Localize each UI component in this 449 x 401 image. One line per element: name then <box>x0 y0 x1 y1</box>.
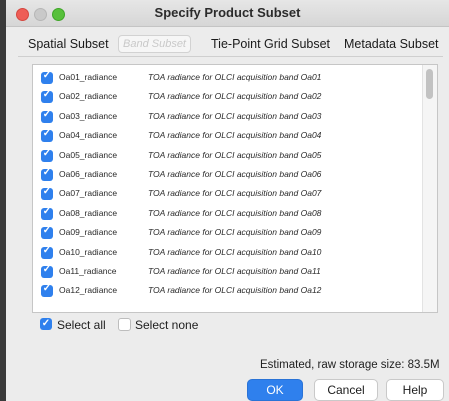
band-name: Oa12_radiance <box>59 285 118 296</box>
help-button[interactable]: Help <box>386 379 444 401</box>
band-description: TOA radiance for OLCI acquisition band O… <box>148 110 322 121</box>
cancel-button[interactable]: Cancel <box>314 379 378 401</box>
band-row[interactable]: ✓ Oa05_radiance TOA radiance for OLCI acqu… <box>33 147 423 166</box>
band-checkbox[interactable]: ✓ <box>41 186 53 201</box>
tab-band-subset[interactable]: Band Subset <box>118 35 191 53</box>
checkmark-icon: ✓ <box>42 108 52 120</box>
band-name: Oa11_radiance <box>59 266 117 276</box>
band-description: TOA radiance for OLCI acquisition band O… <box>148 227 322 238</box>
band-name: Oa07_radiance <box>59 188 118 199</box>
band-description: TOA radiance for OLCI acquisition band O… <box>148 188 322 199</box>
checkmark-icon: ✓ <box>42 128 52 140</box>
band-row[interactable]: ✓ Oa01_radiance TOA radiance for OLCI acqu… <box>33 69 423 88</box>
checkmark-icon: ✓ <box>42 167 52 178</box>
scrollbar-thumb[interactable] <box>426 69 433 99</box>
band-row[interactable]: ✓ Oa12_radiance TOA radiance for OLCI acqu… <box>33 282 423 301</box>
band-description: TOA radiance for OLCI acquisition band O… <box>148 285 322 296</box>
title-bar: Specify Product Subset <box>6 0 449 27</box>
band-row[interactable]: ✓ Oa07_radiance TOA radiance for OLCI acqu… <box>33 185 423 204</box>
band-row[interactable]: ✓ Oa10_radiance TOA radiance for OLCI acqu… <box>33 244 423 263</box>
select-none-label: Select none <box>135 318 199 332</box>
band-name: Oa10_radiance <box>59 246 118 257</box>
tab-metadata-subset[interactable]: Metadata Subset <box>344 33 439 55</box>
tab-spatial-subset[interactable]: Spatial Subset <box>28 33 109 55</box>
band-checkbox[interactable]: ✓ <box>41 205 53 220</box>
band-checkbox[interactable]: ✓ <box>41 147 53 162</box>
band-name: Oa04_radiance <box>59 130 118 141</box>
checkmark-icon: ✓ <box>42 244 52 256</box>
band-row[interactable]: ✓ Oa09_radiance TOA radiance for OLCI acqu… <box>33 224 423 243</box>
band-row[interactable]: ✓ Oa11_radiance TOA radiance for OLCI acqu… <box>33 263 423 282</box>
band-name: Oa05_radiance <box>59 149 118 160</box>
window-title: Specify Product Subset <box>154 5 301 20</box>
band-description: TOA radiance for OLCI acquisition band O… <box>148 169 322 179</box>
checkmark-icon: ✓ <box>42 283 52 295</box>
checkmark-icon: ✓ <box>42 225 52 237</box>
band-name: Oa01_radiance <box>59 72 118 82</box>
checkmark-icon: ✓ <box>42 186 52 198</box>
select-none-checkbox[interactable] <box>118 318 131 331</box>
ok-button[interactable]: OK <box>247 379 303 401</box>
band-description: TOA radiance for OLCI acquisition band O… <box>148 207 322 218</box>
band-description: TOA radiance for OLCI acquisition band O… <box>148 149 322 160</box>
band-row[interactable]: ✓ Oa03_radiance TOA radiance for OLCI acqu… <box>33 108 423 127</box>
band-description: TOA radiance for OLCI acquisition band O… <box>148 130 322 141</box>
tab-divider <box>18 56 443 57</box>
band-name: Oa08_radiance <box>59 207 118 218</box>
storage-size-text: Estimated, raw storage size: 83.5M <box>260 359 440 371</box>
checkmark-icon: ✓ <box>42 89 52 101</box>
band-name: Oa02_radiance <box>59 91 118 102</box>
desktop-edge <box>0 0 6 401</box>
band-name: Oa03_radiance <box>59 110 118 121</box>
band-checkbox[interactable]: ✓ <box>41 264 53 278</box>
band-row[interactable]: ✓ Oa02_radiance TOA radiance for OLCI acqu… <box>33 88 423 107</box>
checkmark-icon: ✓ <box>42 264 52 275</box>
checkmark-icon: ✓ <box>42 147 52 159</box>
band-row[interactable]: ✓ Oa08_radiance TOA radiance for OLCI acqu… <box>33 205 423 224</box>
checkmark-icon: ✓ <box>42 205 52 217</box>
band-name: Oa09_radiance <box>59 227 118 238</box>
checkmark-icon: ✓ <box>41 318 51 329</box>
select-all-label: Select all <box>57 318 106 332</box>
tab-bar: Spatial Subset Band Subset Tie-Point Gri… <box>18 33 443 55</box>
band-checkbox[interactable]: ✓ <box>41 283 53 298</box>
band-list[interactable]: ✓ Oa01_radiance TOA radiance for OLCI acqu… <box>32 64 438 313</box>
band-name: Oa06_radiance <box>59 169 118 179</box>
band-row[interactable]: ✓ Oa06_radiance TOA radiance for OLCI acqu… <box>33 166 423 185</box>
band-checkbox[interactable]: ✓ <box>41 225 53 240</box>
band-checkbox[interactable]: ✓ <box>41 89 53 104</box>
select-all-checkbox[interactable]: ✓ <box>40 318 52 330</box>
band-description: TOA radiance for OLCI acquisition band O… <box>148 72 322 82</box>
band-checkbox[interactable]: ✓ <box>41 167 53 181</box>
checkmark-icon: ✓ <box>42 70 52 81</box>
band-checkbox[interactable]: ✓ <box>41 108 53 123</box>
band-description: TOA radiance for OLCI acquisition band O… <box>148 266 321 276</box>
band-list-scrollbar[interactable] <box>422 65 437 312</box>
tab-tie-point-grid-subset[interactable]: Tie-Point Grid Subset <box>211 33 330 55</box>
band-checkbox[interactable]: ✓ <box>41 70 53 84</box>
band-checkbox[interactable]: ✓ <box>41 244 53 259</box>
band-row[interactable]: ✓ Oa04_radiance TOA radiance for OLCI acqu… <box>33 127 423 146</box>
band-description: TOA radiance for OLCI acquisition band O… <box>148 246 322 257</box>
band-description: TOA radiance for OLCI acquisition band O… <box>148 91 322 102</box>
band-checkbox[interactable]: ✓ <box>41 128 53 143</box>
